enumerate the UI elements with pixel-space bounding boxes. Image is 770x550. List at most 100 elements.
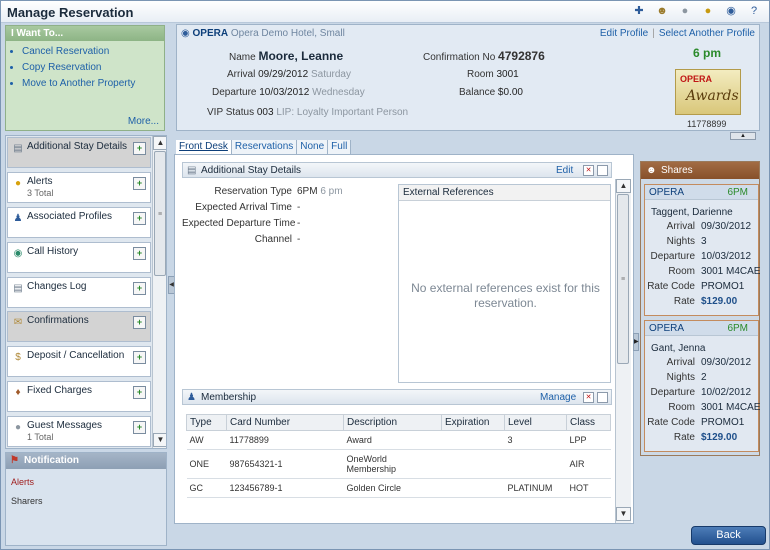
vip-value: 003 — [256, 107, 274, 118]
add-icon[interactable]: + — [133, 247, 146, 260]
option-label: Call History — [27, 246, 79, 257]
info-icon[interactable]: ● — [701, 4, 715, 18]
close-icon[interactable]: ✕ — [583, 392, 594, 403]
table-row[interactable]: GC 123456789-1 Golden Circle PLATINUM HO… — [186, 478, 611, 498]
balance-label: Balance — [459, 87, 496, 98]
flag-icon: ⚑ — [10, 455, 19, 466]
table-row[interactable]: ONE 987654321-1 OneWorld Membership AIR — [186, 449, 611, 479]
message-icon: ● — [14, 422, 22, 433]
scroll-up-icon[interactable]: ▲ — [616, 179, 631, 193]
value: 09/30/2012 — [701, 357, 752, 368]
globe-icon[interactable]: ◉ — [724, 4, 738, 18]
edit-profile-link[interactable]: Edit Profile — [600, 28, 648, 39]
scroll-down-icon[interactable]: ▼ — [616, 507, 631, 521]
scroll-up-icon[interactable]: ▲ — [153, 136, 166, 150]
add-icon[interactable]: + — [133, 421, 146, 434]
tab-front-desk[interactable]: Front Desk — [176, 140, 232, 154]
add-icon[interactable]: + — [133, 351, 146, 364]
column-description[interactable]: Description — [343, 414, 442, 431]
left-list-scrollbar[interactable]: ▲ ≡ ▼ — [152, 136, 166, 448]
globe-icon: ◉ — [181, 28, 190, 39]
select-another-profile-link[interactable]: Select Another Profile — [659, 28, 755, 39]
maximize-icon[interactable] — [597, 392, 608, 403]
collapse-right-panel-handle[interactable]: ▶ — [633, 333, 639, 351]
center-scrollbar[interactable]: ▲ ≡ ▼ — [615, 179, 631, 523]
option-confirmations[interactable]: ✉ Confirmations + — [7, 311, 151, 342]
move-property-link[interactable]: Move to Another Property — [22, 78, 164, 89]
puzzle-icon[interactable]: ✚ — [632, 4, 646, 18]
option-call-history[interactable]: ◉ Call History + — [7, 242, 151, 273]
value: 10/02/2012 — [701, 387, 752, 398]
label: Rate Code — [647, 281, 695, 292]
column-card-number[interactable]: Card Number — [226, 414, 344, 431]
copy-reservation-link[interactable]: Copy Reservation — [22, 62, 164, 73]
scroll-thumb[interactable]: ≡ — [617, 194, 629, 364]
tab-full[interactable]: Full — [328, 140, 352, 154]
cell-level: 3 — [504, 430, 567, 450]
add-icon[interactable]: + — [133, 142, 146, 155]
channel-label: Channel — [254, 234, 292, 245]
cell-card-number: 123456789-1 — [226, 478, 344, 498]
option-changes-log[interactable]: ▤ Changes Log + — [7, 277, 151, 308]
option-guest-messages[interactable]: ● Guest Messages 1 Total + — [7, 416, 151, 447]
scroll-down-icon[interactable]: ▼ — [153, 433, 166, 447]
option-associated-profiles[interactable]: ♟ Associated Profiles + — [7, 207, 151, 238]
add-icon[interactable]: + — [133, 282, 146, 295]
option-additional-stay-details[interactable]: ▤ Additional Stay Details + — [7, 137, 151, 168]
option-sub: 1 Total — [27, 432, 54, 442]
cell-expiration — [441, 449, 505, 479]
charges-icon: ♦ — [15, 387, 21, 398]
add-icon[interactable]: + — [133, 316, 146, 329]
award-text: Awards — [686, 88, 739, 104]
cell-type: GC — [186, 478, 227, 498]
cell-expiration — [441, 478, 505, 498]
notification-alerts[interactable]: Alerts — [11, 477, 34, 487]
cell-level — [504, 449, 567, 479]
document-icon: ▤ — [13, 283, 23, 294]
add-icon[interactable]: + — [133, 177, 146, 190]
column-type[interactable]: Type — [186, 414, 227, 431]
people-icon[interactable]: ☻ — [655, 4, 669, 18]
notification-title: Notification — [24, 455, 79, 466]
membership-icon: ♟ — [187, 392, 196, 403]
help-icon[interactable]: ? — [747, 4, 761, 18]
option-deposit-cancellation[interactable]: $ Deposit / Cancellation + — [7, 346, 151, 377]
balance-field: Balance $0.00 — [459, 87, 523, 98]
value: 09/30/2012 — [701, 221, 752, 232]
column-expiration[interactable]: Expiration — [441, 414, 505, 431]
label: Arrival — [666, 221, 695, 232]
label: Nights — [666, 372, 695, 383]
value: 10/03/2012 — [701, 251, 752, 262]
name-label: Name — [229, 52, 256, 63]
cell-class: AIR — [566, 449, 611, 479]
chat-icon[interactable]: ● — [678, 4, 692, 18]
close-icon[interactable]: ✕ — [583, 165, 594, 176]
cancel-reservation-link[interactable]: Cancel Reservation — [22, 46, 164, 57]
notification-sharers[interactable]: Sharers — [11, 496, 43, 506]
share-rate: Rate $129.00 — [645, 432, 737, 443]
edit-link[interactable]: Edit — [556, 165, 573, 176]
manage-link[interactable]: Manage — [540, 392, 576, 403]
toolbar-icons: ✚ ☻ ● ● ◉ ? — [632, 4, 761, 18]
add-icon[interactable]: + — [133, 386, 146, 399]
scroll-thumb[interactable]: ≡ — [154, 151, 166, 276]
expand-header-icon[interactable]: ▲ — [730, 132, 756, 140]
membership-table: Type Card Number Description Expiration … — [186, 414, 611, 498]
table-row[interactable]: AW 11778899 Award 3 LPP — [186, 430, 611, 450]
column-class[interactable]: Class — [566, 414, 611, 431]
option-alerts[interactable]: ● Alerts 3 Total + — [7, 172, 151, 203]
option-fixed-charges[interactable]: ♦ Fixed Charges + — [7, 381, 151, 412]
more-link[interactable]: More... — [128, 116, 159, 127]
label: Room — [668, 266, 695, 277]
tab-none[interactable]: None — [297, 140, 329, 154]
column-level[interactable]: Level — [504, 414, 567, 431]
share-card[interactable]: OPERA 6PM Taggent, Darienne Arrival 09/30… — [644, 184, 760, 316]
back-button[interactable]: Back — [691, 526, 766, 545]
tab-reservations[interactable]: Reservations — [231, 140, 298, 154]
label: Arrival — [666, 357, 695, 368]
share-card[interactable]: OPERA 6PM Gant, Jenna Arrival 09/30/2012 … — [644, 320, 760, 452]
additional-stay-details-header: ▤ Additional Stay Details Edit ✕ — [182, 162, 612, 178]
add-icon[interactable]: + — [133, 212, 146, 225]
guest-name: Moore, Leanne — [258, 49, 344, 63]
maximize-icon[interactable] — [597, 165, 608, 176]
